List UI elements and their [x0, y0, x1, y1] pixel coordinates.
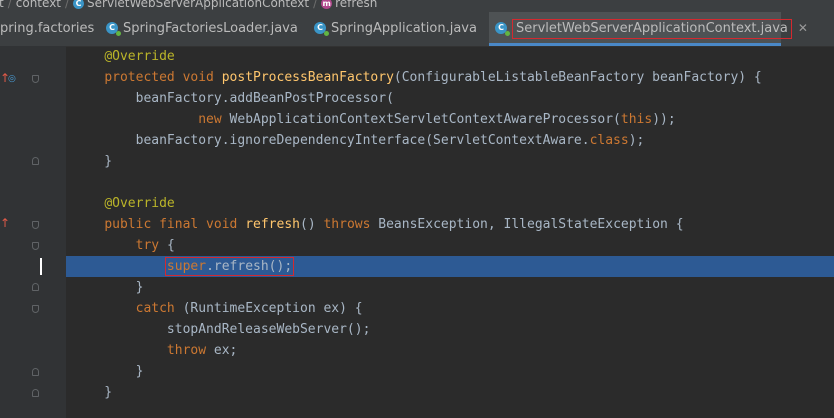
- code-line[interactable]: stopAndReleaseWebServer();: [66, 319, 834, 340]
- code-line[interactable]: catch (RuntimeException ex) {: [66, 298, 834, 319]
- annotation-token: @Override: [104, 49, 175, 64]
- text-caret: [40, 258, 42, 275]
- code-line[interactable]: [66, 172, 834, 193]
- code-token: }: [73, 385, 113, 400]
- code-line[interactable]: throw ex;: [66, 340, 834, 361]
- code-token: }: [73, 280, 144, 295]
- annotation-token: @Override: [104, 196, 175, 211]
- code-token: );: [628, 133, 645, 148]
- fold-toggle-icon[interactable]: [32, 389, 39, 397]
- breadcrumb: t / context / C ServletWebServerApplicationCo…: [0, 0, 834, 12]
- keyword-token: try: [135, 238, 167, 253]
- code-token: WebApplicationContextServletContextAware…: [229, 112, 621, 127]
- keyword-token: new: [198, 112, 230, 127]
- editor-tab-bar: pring.factories C SpringFactoriesLoader.j…: [0, 12, 834, 47]
- fold-toggle-icon[interactable]: [32, 305, 39, 313]
- code-line[interactable]: new WebApplicationContextServletContextA…: [66, 109, 834, 130]
- keyword-token: public final void: [104, 217, 246, 232]
- tab-spring-application[interactable]: C SpringApplication.java: [308, 12, 486, 46]
- code-token: ));: [652, 112, 676, 127]
- tab-spring-factories[interactable]: pring.factories: [0, 12, 94, 46]
- code-token: beanFactory.addBeanPostProcessor(: [73, 91, 394, 106]
- code-line[interactable]: }: [66, 151, 834, 172]
- fold-toggle-icon[interactable]: [32, 75, 39, 83]
- close-icon[interactable]: ✕: [798, 21, 808, 35]
- code-line[interactable]: try {: [66, 235, 834, 256]
- code-token: stopAndReleaseWebServer();: [73, 322, 371, 337]
- breadcrumb-item-method[interactable]: refresh: [335, 0, 377, 9]
- code-token: }: [73, 154, 113, 169]
- tab-label: SpringApplication.java: [331, 21, 477, 36]
- keyword-token: throws: [323, 217, 379, 232]
- code-token: {: [166, 238, 175, 253]
- method-icon: m: [321, 0, 333, 9]
- breadcrumb-item-t[interactable]: t: [0, 0, 4, 9]
- highlighted-statement: super.refresh();: [164, 257, 295, 276]
- keyword-token: catch: [135, 301, 183, 316]
- method-name-token: refresh: [245, 217, 300, 232]
- code-line[interactable]: }: [66, 277, 834, 298]
- code-line[interactable]: protected void postProcessBeanFactory(Co…: [66, 67, 834, 88]
- tab-label: SpringFactoriesLoader.java: [123, 21, 298, 36]
- breadcrumb-separator: /: [65, 0, 70, 10]
- method-name-token: postProcessBeanFactory: [221, 70, 394, 85]
- fold-toggle-icon[interactable]: [32, 368, 39, 376]
- keyword-token: class: [589, 133, 629, 148]
- breadcrumb-item-context[interactable]: context: [16, 0, 61, 9]
- code-line[interactable]: beanFactory.addBeanPostProcessor(: [66, 88, 834, 109]
- class-icon: C: [495, 21, 510, 36]
- code-token: .refresh();: [206, 259, 293, 274]
- code-line[interactable]: }: [66, 361, 834, 382]
- tab-label: pring.factories: [0, 21, 95, 36]
- code-line[interactable]: public final void refresh() throws Beans…: [66, 214, 834, 235]
- code-line[interactable]: beanFactory.ignoreDependencyInterface(Se…: [66, 130, 834, 151]
- code-line[interactable]: @Override: [66, 46, 834, 67]
- breadcrumb-separator: /: [7, 0, 12, 10]
- tab-spring-factories-loader[interactable]: C SpringFactoriesLoader.java: [100, 12, 305, 46]
- code-line-current[interactable]: super.refresh();: [40, 256, 834, 277]
- code-token: }: [73, 364, 144, 379]
- class-icon: C: [106, 21, 121, 36]
- keyword-token: super: [166, 259, 207, 274]
- override-up-icon[interactable]: ↑: [0, 217, 10, 229]
- keyword-token: this: [620, 112, 653, 127]
- code-token: (): [300, 217, 324, 232]
- keyword-token: protected void: [104, 70, 222, 85]
- fold-toggle-icon[interactable]: [32, 242, 39, 250]
- code-line[interactable]: @Override: [66, 193, 834, 214]
- class-icon: C: [314, 21, 329, 36]
- breadcrumb-separator: /: [313, 0, 318, 10]
- code-editor[interactable]: @Override protected void postProcessBean…: [40, 46, 834, 418]
- fold-toggle-icon[interactable]: [32, 283, 39, 291]
- code-line[interactable]: }: [66, 382, 834, 403]
- code-token: (ConfigurableListableBeanFactory beanFac…: [393, 70, 762, 85]
- overridden-icon[interactable]: ◎: [8, 73, 16, 85]
- class-icon: C: [73, 0, 85, 9]
- code-token: beanFactory.ignoreDependencyInterface(Se…: [73, 133, 590, 148]
- editor-gutter: ↑ ◎ ↑: [0, 46, 66, 418]
- breadcrumb-item-class[interactable]: ServletWebServerApplicationContext: [87, 0, 309, 9]
- tab-label: ServletWebServerApplicationContext.java: [512, 19, 792, 39]
- code-token: ex;: [213, 343, 238, 358]
- keyword-token: throw: [166, 343, 214, 358]
- code-token: (RuntimeException ex) {: [182, 301, 363, 316]
- code-token: BeansException, IllegalStateException {: [378, 217, 684, 232]
- tab-servlet-web-server-application-context[interactable]: C ServletWebServerApplicationContext.java…: [489, 12, 808, 46]
- fold-toggle-icon[interactable]: [32, 157, 39, 165]
- fold-toggle-icon[interactable]: [32, 221, 39, 229]
